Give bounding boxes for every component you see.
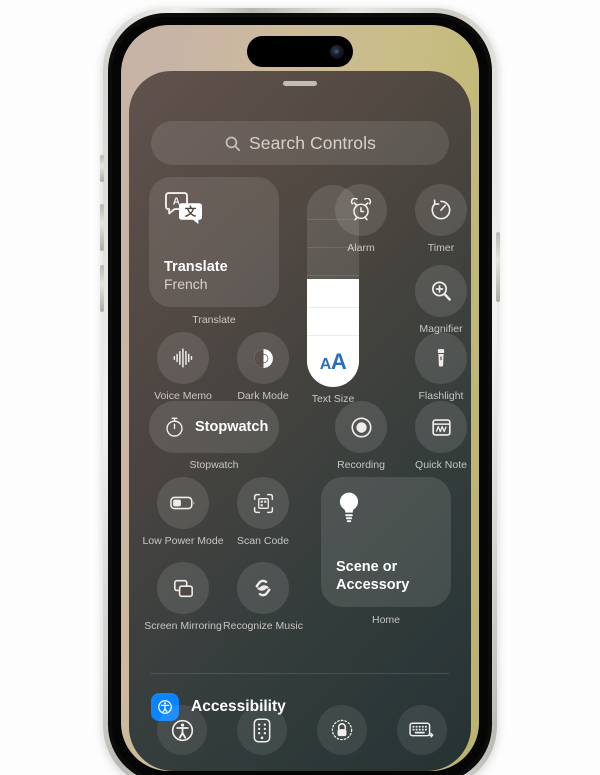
volume-down-button[interactable] [100, 265, 104, 312]
front-camera-icon [330, 44, 344, 59]
text-size-slider[interactable]: AA [307, 185, 359, 387]
lightbulb-icon [336, 491, 362, 523]
control-timer[interactable]: Timer [415, 184, 471, 254]
dock-keyboard-button[interactable] [397, 705, 447, 755]
quick-note-icon [430, 416, 453, 439]
keyboard-icon [409, 721, 435, 740]
scan-code-button[interactable] [237, 477, 289, 529]
quick-note-button[interactable] [415, 401, 467, 453]
control-center-panel: Search Controls A 文 Translate French Tra… [129, 71, 471, 771]
search-icon [224, 135, 241, 152]
power-button[interactable] [496, 232, 500, 302]
accessibility-person-icon [170, 718, 195, 743]
recognize-music-button[interactable] [237, 562, 289, 614]
control-label-timer: Timer [427, 242, 455, 254]
flashlight-icon [429, 346, 453, 370]
control-center-dock [129, 695, 471, 771]
control-label-recognize-music: Recognize Music [223, 620, 303, 632]
battery-icon [170, 495, 196, 511]
flashlight-button[interactable] [415, 332, 467, 384]
control-recording[interactable]: Recording [335, 401, 398, 471]
translate-title: Translate [164, 259, 228, 275]
dock-rotation-lock-button[interactable] [317, 705, 367, 755]
control-magnifier[interactable]: Magnifier [415, 265, 471, 335]
search-controls-field[interactable]: Search Controls [151, 121, 449, 165]
control-label-quick-note: Quick Note [415, 459, 467, 471]
svg-text:A: A [173, 197, 180, 208]
dynamic-island [247, 36, 353, 67]
timer-icon [429, 198, 453, 222]
control-label-screen-mirroring: Screen Mirroring [144, 620, 222, 632]
voice-memo-button[interactable] [157, 332, 209, 384]
screen-mirroring-button[interactable] [157, 562, 209, 614]
control-label-scan-code: Scan Code [237, 535, 289, 547]
low-power-mode-button[interactable] [157, 477, 209, 529]
search-placeholder: Search Controls [249, 132, 376, 153]
grabber-handle[interactable] [283, 81, 317, 86]
control-low-power-mode[interactable]: Low Power Mode [142, 477, 225, 547]
control-quick-note[interactable]: Quick Note [415, 401, 471, 471]
stopwatch-icon [163, 416, 186, 439]
phone-screen: Search Controls A 文 Translate French Tra… [121, 25, 479, 771]
volume-up-button[interactable] [100, 204, 104, 251]
rotation-lock-icon [330, 718, 354, 742]
control-label-stopwatch: Stopwatch [189, 459, 239, 471]
control-label-low-power-mode: Low Power Mode [142, 535, 224, 547]
screenshot-stage: Search Controls A 文 Translate French Tra… [0, 0, 600, 775]
record-dot-icon [349, 415, 374, 440]
translate-tile-surface[interactable]: A 文 Translate French [149, 177, 279, 307]
control-home-scene[interactable]: Scene or Accessory Home [321, 477, 451, 626]
scan-code-icon [252, 492, 275, 515]
control-screen-mirroring[interactable]: Screen Mirroring [144, 562, 225, 632]
dark-mode-circle-icon [251, 346, 276, 371]
control-dark-mode[interactable]: Dark Mode [237, 332, 300, 402]
controls-grid: A 文 Translate French Translate Alarm Tim… [142, 177, 467, 647]
control-flashlight[interactable]: Flashlight [415, 332, 471, 402]
translate-text-block: Translate French [164, 259, 228, 293]
control-text-size[interactable]: AA Text Size [307, 185, 359, 405]
home-scene-title: Scene or Accessory [336, 559, 410, 593]
translate-subtitle: French [164, 276, 208, 292]
svg-text:文: 文 [185, 204, 197, 218]
waveform-icon [171, 346, 195, 370]
screen-mirroring-icon [172, 577, 195, 600]
dock-remote-button[interactable] [237, 705, 287, 755]
remote-control-icon [253, 717, 271, 743]
translate-icon: A 文 [164, 192, 204, 224]
stopwatch-title: Stopwatch [195, 419, 269, 435]
control-translate[interactable]: A 文 Translate French Translate [149, 177, 279, 326]
control-voice-memo[interactable]: Voice Memo [154, 332, 220, 402]
stopwatch-button[interactable]: Stopwatch [149, 401, 279, 453]
shazam-icon [251, 576, 275, 600]
text-size-aa-icon: AA [319, 349, 347, 374]
magnifier-button[interactable] [415, 265, 467, 317]
recording-button[interactable] [335, 401, 387, 453]
control-label-home: Home [371, 614, 400, 626]
control-label-translate: Translate [192, 314, 236, 326]
action-button[interactable] [100, 155, 104, 182]
control-scan-code[interactable]: Scan Code [237, 477, 300, 547]
control-recognize-music[interactable]: Recognize Music [223, 562, 305, 632]
section-divider [151, 673, 449, 674]
home-scene-surface[interactable]: Scene or Accessory [321, 477, 451, 607]
control-label-recording: Recording [337, 459, 385, 471]
dock-accessibility-button[interactable] [157, 705, 207, 755]
timer-button[interactable] [415, 184, 467, 236]
dark-mode-button[interactable] [237, 332, 289, 384]
magnifier-icon [429, 279, 453, 303]
control-stopwatch[interactable]: Stopwatch Stopwatch [149, 401, 279, 471]
